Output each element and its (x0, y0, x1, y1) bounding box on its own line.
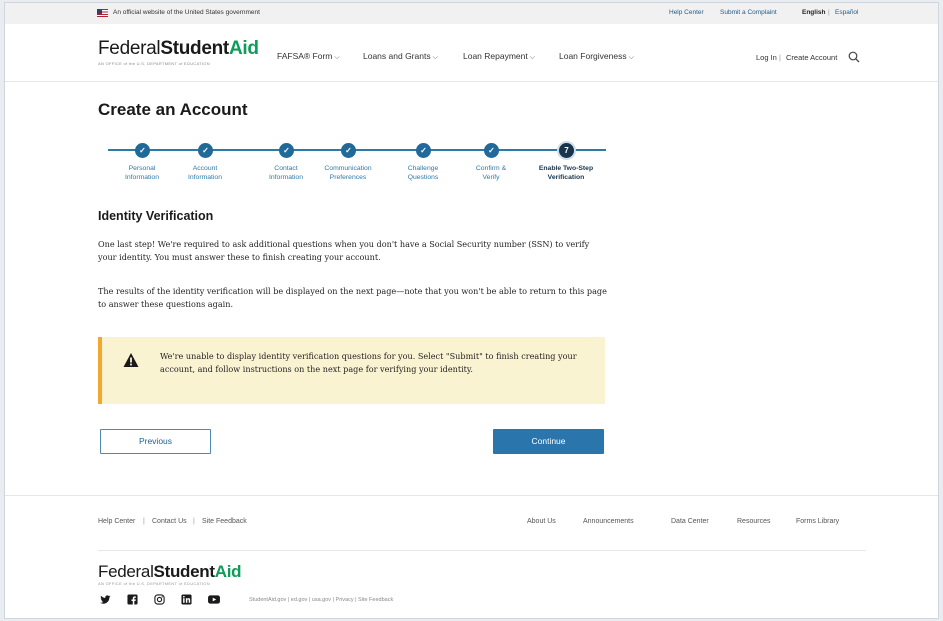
step-1-label: Personal Information (109, 164, 175, 182)
create-account-link[interactable]: Create Account (786, 53, 837, 62)
footer-bottom-links[interactable]: StudentAid.gov | ed.gov | usa.gov | Priv… (249, 597, 393, 603)
progress-stepper: ✓ Personal Information ✓ Account Informati… (98, 141, 608, 189)
step-2-complete-check-icon: ✓ (198, 143, 213, 158)
submit-complaint-link[interactable]: Submit a Complaint (720, 9, 777, 16)
step-1-line2: Information (124, 174, 159, 181)
fsa-logo[interactable]: FederalStudentAid (98, 38, 259, 60)
step-2-line1: Account (192, 165, 218, 172)
intro-paragraph: One last step! We're required to ask add… (98, 239, 590, 262)
step-6-label: Confirm & Verify (458, 164, 524, 182)
twitter-icon[interactable] (100, 594, 111, 605)
nav-loan-repayment[interactable]: Loan Repayment ⌵ (463, 51, 535, 62)
alert-message: We're unable to display identity verific… (160, 351, 577, 374)
espanol-link[interactable]: Español (835, 9, 859, 16)
chevron-down-icon: ⌵ (334, 54, 340, 61)
footer-separator: | (143, 518, 145, 525)
linkedin-icon[interactable] (181, 594, 192, 605)
footer-logo-subtitle: AN OFFICE of the U.S. DEPARTMENT of EDUC… (98, 581, 210, 586)
gov-banner: An official website of the United States… (5, 3, 938, 24)
step-7-current-number: 7 (559, 143, 574, 158)
stepper-track (108, 149, 606, 151)
chevron-down-icon: ⌵ (432, 54, 438, 61)
nav-fafsa-form[interactable]: FAFSA® Form ⌵ (277, 51, 340, 62)
nav-repayment-label: Loan Repayment (463, 51, 528, 61)
nav-fafsa-label: FAFSA® Form (277, 51, 333, 61)
step-5-line2: Questions (407, 174, 439, 181)
warning-icon (123, 353, 139, 367)
us-flag-icon (97, 9, 108, 17)
step-7-label: Enable Two-Step Verification (533, 164, 599, 182)
step-5-label: Challenge Questions (390, 164, 456, 182)
step-2-line2: Information (187, 174, 222, 181)
previous-button[interactable]: Previous (100, 429, 211, 454)
nav-loan-forgiveness[interactable]: Loan Forgiveness ⌵ (559, 51, 634, 62)
footer-contact-us-link[interactable]: Contact Us (152, 518, 187, 525)
chevron-down-icon: ⌵ (529, 54, 536, 61)
step-1-complete-check-icon: ✓ (135, 143, 150, 158)
step-2-label: Account Information (172, 164, 238, 182)
site-header: FederalStudentAid AN OFFICE of the U.S. … (5, 24, 938, 82)
chevron-down-icon: ⌵ (628, 54, 634, 61)
step-7-line2: Verification (547, 174, 585, 181)
search-icon[interactable] (848, 51, 860, 63)
english-link[interactable]: English (802, 9, 825, 16)
step-7-line1: Enable Two-Step (538, 165, 594, 172)
footer-about-us-link[interactable]: About Us (527, 518, 556, 525)
step-4-line1: Communication (324, 165, 372, 172)
logo-subtitle: AN OFFICE of the U.S. DEPARTMENT of EDUC… (98, 61, 210, 66)
section-title: Identity Verification (98, 209, 214, 223)
logo-text-federal: Federal (98, 38, 161, 59)
step-3-line2: Information (268, 174, 303, 181)
footer-announcements-link[interactable]: Announcements (583, 518, 634, 525)
footer-data-center-link[interactable]: Data Center (671, 518, 709, 525)
help-center-link[interactable]: Help Center (669, 9, 704, 16)
footer-help-center-link[interactable]: Help Center (98, 518, 135, 525)
footer-logo-aid: Aid (214, 562, 242, 581)
header-separator: | (779, 53, 781, 62)
facebook-icon[interactable] (127, 594, 138, 605)
instagram-icon[interactable] (154, 594, 165, 605)
step-5-complete-check-icon: ✓ (416, 143, 431, 158)
continue-button[interactable]: Continue (493, 429, 604, 454)
footer-resources-link[interactable]: Resources (737, 518, 770, 525)
step-6-complete-check-icon: ✓ (484, 143, 499, 158)
login-link[interactable]: Log In (756, 53, 777, 62)
footer-logo-federal: Federal (98, 562, 154, 581)
footer-divider (98, 550, 866, 551)
step-6-line2: Verify (482, 174, 500, 181)
step-5-line1: Challenge (407, 165, 439, 172)
site-footer: Help Center | Contact Us | Site Feedback… (5, 495, 938, 618)
step-6-line1: Confirm & (475, 165, 507, 172)
browser-page: An official website of the United States… (4, 2, 939, 619)
main-content: Create an Account ✓ Personal Information … (5, 82, 938, 495)
step-3-line1: Contact (274, 165, 298, 172)
language-separator: | (828, 9, 830, 16)
step-3-label: Contact Information (253, 164, 319, 182)
page-title: Create an Account (98, 100, 248, 119)
logo-text-student: Student (160, 38, 229, 59)
step-4-line2: Preferences (329, 174, 367, 181)
footer-separator: | (193, 518, 195, 525)
nav-loans-and-grants[interactable]: Loans and Grants ⌵ (363, 51, 438, 62)
step-4-label: Communication Preferences (315, 164, 381, 182)
step-1-line1: Personal (128, 165, 156, 172)
results-paragraph: The results of the identity verification… (98, 286, 607, 309)
logo-text-aid: Aid (228, 38, 259, 59)
nav-forgiveness-label: Loan Forgiveness (559, 51, 627, 61)
step-4-complete-check-icon: ✓ (341, 143, 356, 158)
youtube-icon[interactable] (207, 594, 221, 605)
footer-logo-student: Student (153, 562, 215, 581)
step-3-complete-check-icon: ✓ (279, 143, 294, 158)
nav-loans-label: Loans and Grants (363, 51, 431, 61)
warning-alert: We're unable to display identity verific… (98, 337, 605, 404)
footer-forms-library-link[interactable]: Forms Library (796, 518, 839, 525)
footer-fsa-logo[interactable]: FederalStudentAid (98, 562, 242, 582)
gov-banner-text: An official website of the United States… (113, 9, 260, 16)
footer-site-feedback-link[interactable]: Site Feedback (202, 518, 247, 525)
